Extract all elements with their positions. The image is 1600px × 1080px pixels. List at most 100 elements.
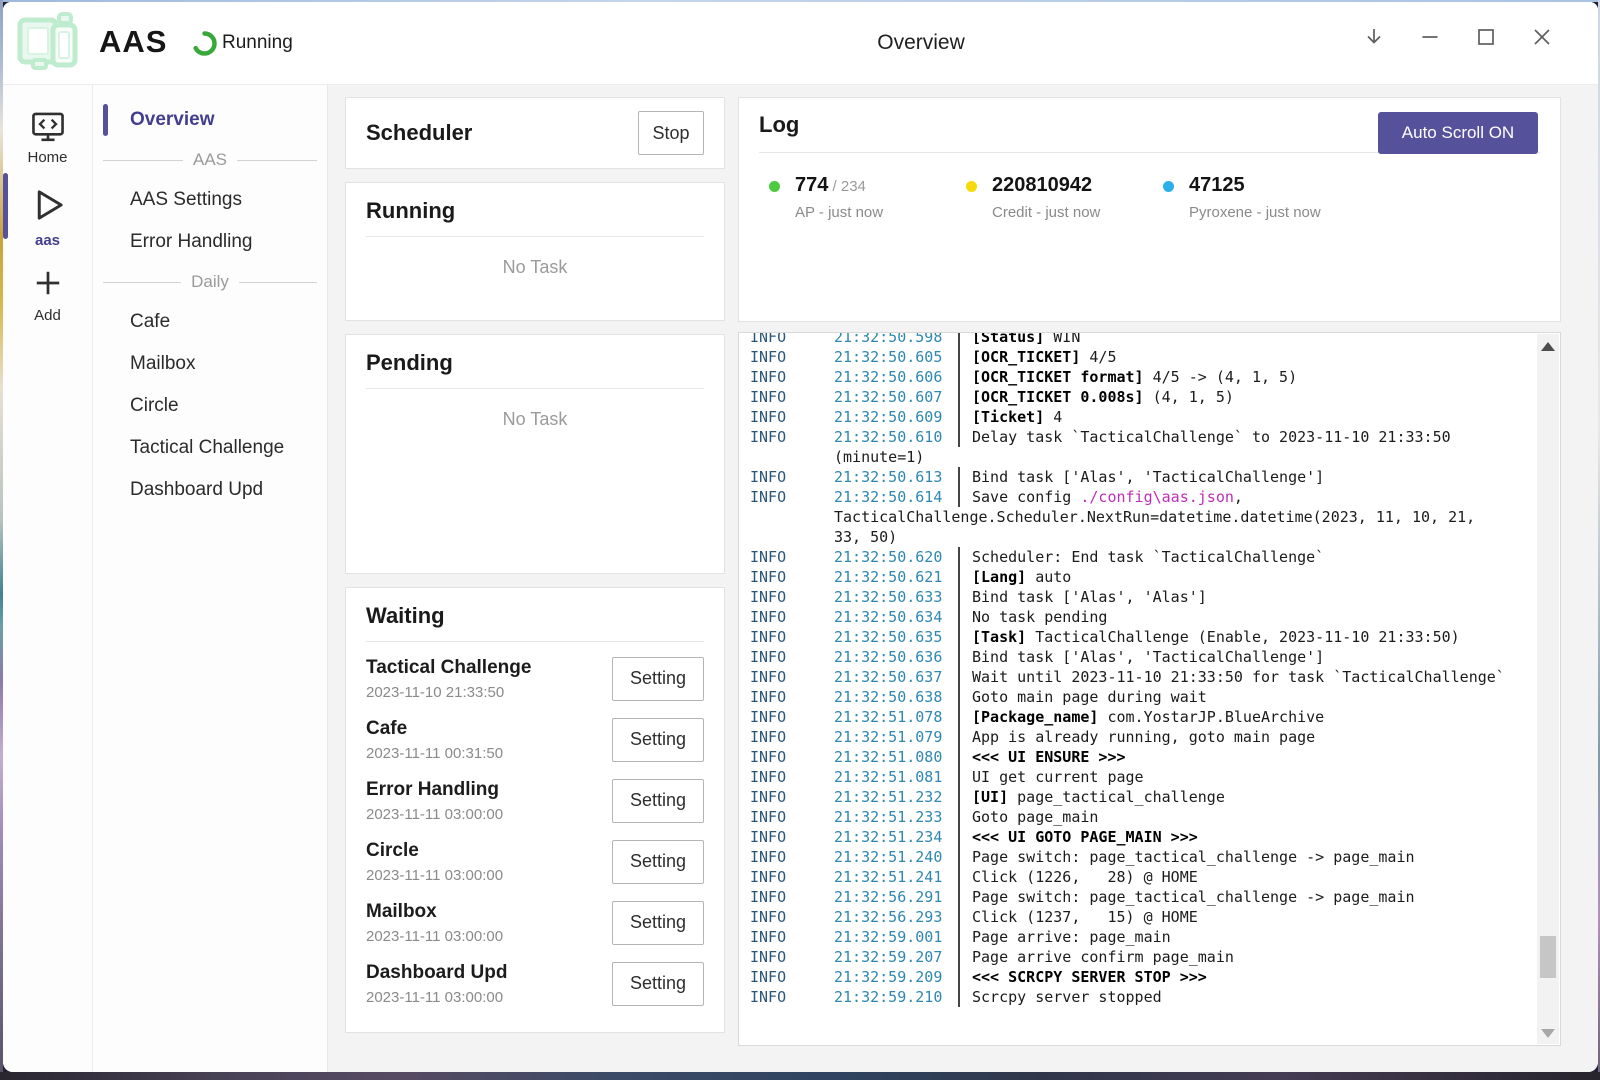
stat-dot-icon	[769, 181, 780, 192]
log-timestamp: 21:32:50.638	[834, 687, 958, 707]
log-timestamp: 21:32:51.079	[834, 727, 958, 747]
waiting-task-info: Cafe2023-11-11 00:31:50	[366, 718, 503, 762]
log-level: INFO	[750, 787, 834, 807]
setting-button[interactable]: Setting	[612, 718, 704, 762]
nav-item-mailbox[interactable]: Mailbox	[93, 343, 327, 385]
log-level: INFO	[750, 947, 834, 967]
log-timestamp: 21:32:50.636	[834, 647, 958, 667]
waiting-task-row: Dashboard Upd2023-11-11 03:00:00Setting	[366, 953, 704, 1014]
log-line: TacticalChallenge.Scheduler.NextRun=date…	[750, 507, 1530, 527]
log-message: Delay task `TacticalChallenge` to 2023-1…	[958, 427, 1530, 447]
nav-item-cafe[interactable]: Cafe	[93, 301, 327, 343]
log-message: [Lang] auto	[958, 567, 1530, 587]
log-message: Page switch: page_tactical_challenge -> …	[958, 887, 1530, 907]
setting-button[interactable]: Setting	[612, 779, 704, 823]
log-message: [OCR_TICKET] 4/5	[958, 347, 1530, 367]
stat-value: 47125	[1189, 174, 1321, 197]
log-panel: INFO21:32:50.598[Status] WININFO21:32:50…	[738, 332, 1561, 1046]
log-message: Click (1237, 15) @ HOME	[958, 907, 1530, 927]
waiting-task-row: Circle2023-11-11 03:00:00 Setting	[366, 831, 704, 892]
log-line: INFO21:32:50.638Goto main page during wa…	[750, 687, 1530, 707]
waiting-task-name: Tactical Challenge	[366, 657, 531, 679]
log-level: INFO	[750, 967, 834, 987]
nav-item-overview[interactable]: Overview	[93, 99, 327, 141]
scrollbar-down-arrow-icon[interactable]	[1541, 1029, 1555, 1038]
log-message-continuation: (minute=1)	[834, 447, 924, 467]
log-message: Bind task ['Alas', 'Alas']	[958, 587, 1530, 607]
log-message: Goto main page during wait	[958, 687, 1530, 707]
log-timestamp: 21:32:50.606	[834, 367, 958, 387]
log-level	[750, 507, 834, 527]
log-level: INFO	[750, 367, 834, 387]
nav-item-label: AAS Settings	[130, 189, 242, 211]
auto-scroll-button[interactable]: Auto Scroll ON	[1378, 112, 1538, 154]
running-card: Running No Task	[345, 182, 725, 321]
stop-button[interactable]: Stop	[638, 111, 704, 155]
log-message: Page switch: page_tactical_challenge -> …	[958, 847, 1530, 867]
log-level: INFO	[750, 847, 834, 867]
close-button[interactable]	[1514, 2, 1570, 72]
log-level: INFO	[750, 927, 834, 947]
log-line: INFO21:32:50.610Delay task `TacticalChal…	[750, 427, 1530, 447]
log-line: INFO21:32:50.620Scheduler: End task `Tac…	[750, 547, 1530, 567]
setting-button[interactable]: Setting	[612, 901, 704, 945]
main-content: Scheduler Stop Running No Task Pending N…	[328, 85, 1598, 1072]
nav-item-circle[interactable]: Circle	[93, 385, 327, 427]
scheduler-card: Scheduler Stop	[345, 97, 725, 169]
log-level: INFO	[750, 647, 834, 667]
waiting-task-row: Mailbox2023-11-11 03:00:00Setting	[366, 892, 704, 953]
running-empty-text: No Task	[366, 257, 704, 278]
icon-rail: Home aas Add	[3, 85, 93, 1072]
log-scrollbar[interactable]	[1537, 334, 1559, 1044]
waiting-task-time: 2023-11-11 00:31:50	[366, 745, 503, 762]
log-level	[750, 527, 834, 547]
log-level: INFO	[750, 387, 834, 407]
setting-button[interactable]: Setting	[612, 962, 704, 1006]
minimize-button[interactable]	[1402, 2, 1458, 72]
log-column: Log Auto Scroll ON 774 / 234AP - just no…	[738, 97, 1561, 1072]
download-icon	[1362, 25, 1386, 49]
log-timestamp: 21:32:50.605	[834, 347, 958, 367]
pending-title: Pending	[366, 350, 453, 375]
nav-item-dashboard-upd[interactable]: Dashboard Upd	[93, 469, 327, 511]
log-line: INFO21:32:50.613Bind task ['Alas', 'Tact…	[750, 467, 1530, 487]
log-message: [UI] page_tactical_challenge	[958, 787, 1530, 807]
log-timestamp: 21:32:59.209	[834, 967, 958, 987]
log-timestamp: 21:32:50.633	[834, 587, 958, 607]
log-timestamp: 21:32:50.621	[834, 567, 958, 587]
maximize-button[interactable]	[1458, 2, 1514, 72]
nav-item-aas-settings[interactable]: AAS Settings	[93, 179, 327, 221]
nav-item-error-handling[interactable]: Error Handling	[93, 221, 327, 263]
scrollbar-up-arrow-icon[interactable]	[1541, 342, 1555, 351]
waiting-task-time: 2023-11-11 03:00:00	[366, 867, 503, 884]
nav-item-tactical-challenge[interactable]: Tactical Challenge	[93, 427, 327, 469]
log-message: <<< SCRCPY SERVER STOP >>>	[958, 967, 1530, 987]
log-card: Log Auto Scroll ON 774 / 234AP - just no…	[738, 97, 1561, 322]
rail-item-aas[interactable]: aas	[3, 177, 92, 255]
log-level: INFO	[750, 687, 834, 707]
log-line: INFO21:32:59.210Scrcpy server stopped	[750, 987, 1530, 1007]
log-level	[750, 447, 834, 467]
setting-button[interactable]: Setting	[612, 657, 704, 701]
rail-item-add[interactable]: Add	[3, 255, 92, 333]
rail-item-label: Add	[34, 307, 61, 324]
rail-item-home[interactable]: Home	[3, 99, 92, 177]
waiting-task-time: 2023-11-10 21:33:50	[366, 684, 531, 701]
log-timestamp: 21:32:50.609	[834, 407, 958, 427]
stat-value: 774 / 234	[795, 174, 883, 197]
waiting-task-info: Circle2023-11-11 03:00:00	[366, 840, 503, 884]
log-timestamp: 21:32:50.635	[834, 627, 958, 647]
waiting-task-row: Cafe2023-11-11 00:31:50 Setting	[366, 709, 704, 770]
log-message: <<< UI GOTO PAGE_MAIN >>>	[958, 827, 1530, 847]
log-level: INFO	[750, 427, 834, 447]
log-timestamp: 21:32:50.634	[834, 607, 958, 627]
app-name: AAS	[99, 24, 167, 60]
log-message: Page arrive confirm page_main	[958, 947, 1530, 967]
setting-button[interactable]: Setting	[612, 840, 704, 884]
page-title: Overview	[877, 31, 965, 55]
scrollbar-thumb[interactable]	[1540, 936, 1556, 978]
stat-value: 220810942	[992, 174, 1100, 197]
download-button[interactable]	[1346, 2, 1402, 72]
waiting-task-info: Tactical Challenge 2023-11-10 21:33:50	[366, 657, 531, 701]
log-level: INFO	[750, 407, 834, 427]
